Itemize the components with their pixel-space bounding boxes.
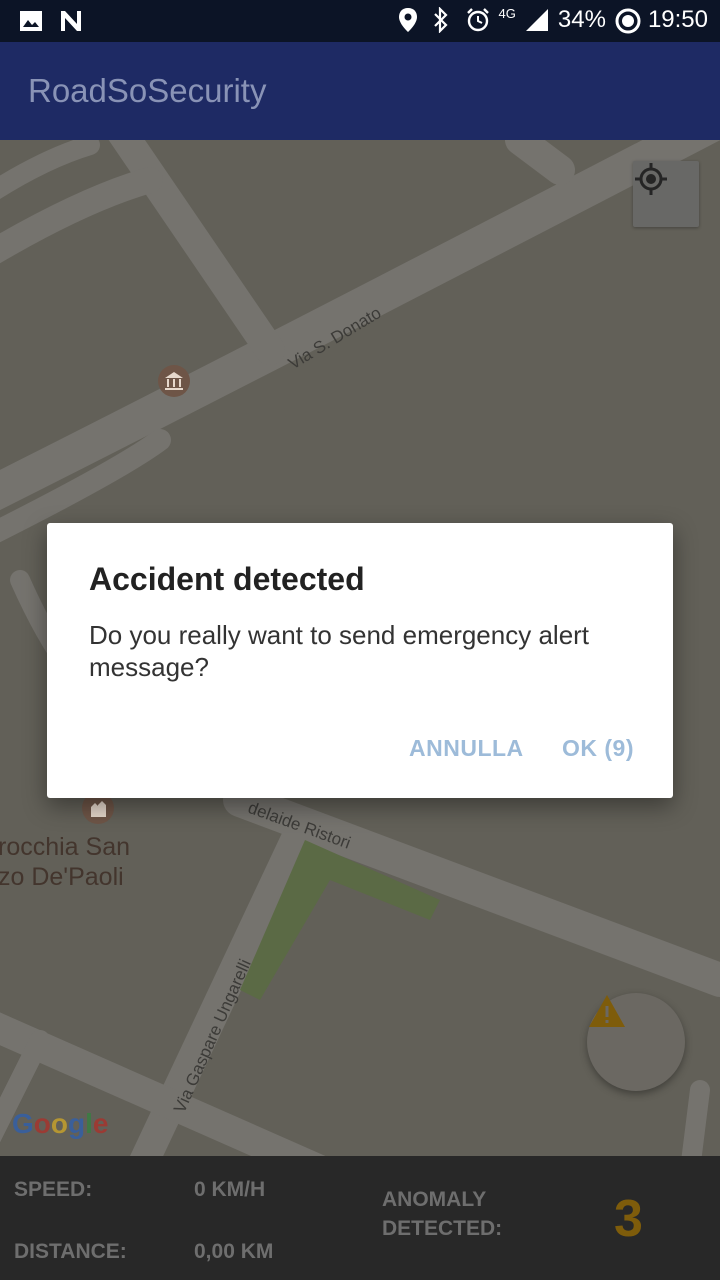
museum-icon[interactable] [163,370,185,392]
signal-icon [524,7,550,33]
app-title: RoadSoSecurity [28,72,267,109]
clock: 19:50 [647,6,708,33]
app-bar: RoadSoSecurity [0,42,720,140]
status-bar: 4G 34% 19:50 [0,0,720,42]
google-logo: Google [12,1108,109,1139]
speed-value: 0 KM/H [194,1178,266,1201]
distance-label: DISTANCE: [14,1240,127,1263]
ok-button[interactable]: OK (9) [562,735,634,762]
anomaly-label: ANOMALY DETECTED: [382,1188,503,1240]
speed-label: SPEED: [14,1178,93,1201]
my-location-button[interactable] [633,161,699,227]
image-icon [18,8,44,34]
stats-panel: SPEED: 0 KM/H DISTANCE: 0,00 KM ANOMALY … [0,1156,720,1280]
cancel-button[interactable]: ANNULLA [409,735,524,762]
report-anomaly-button[interactable] [587,993,685,1091]
accident-dialog: Accident detected Do you really want to … [47,523,673,798]
dialog-title: Accident detected [89,561,365,597]
poi-label: rocchia San zo De'Paoli [0,833,131,891]
distance-value: 0,00 KM [194,1240,274,1263]
location-icon [397,7,423,33]
church-icon[interactable] [87,797,109,819]
alarm-icon [465,7,491,33]
battery-icon [614,7,641,34]
dialog-message: Do you really want to send emergency ale… [89,620,590,682]
battery-percent: 34% [557,6,606,33]
network-type: 4G [498,5,516,21]
bluetooth-icon [431,6,457,34]
n-notification-icon [58,8,84,34]
anomaly-count: 3 [614,1190,643,1248]
